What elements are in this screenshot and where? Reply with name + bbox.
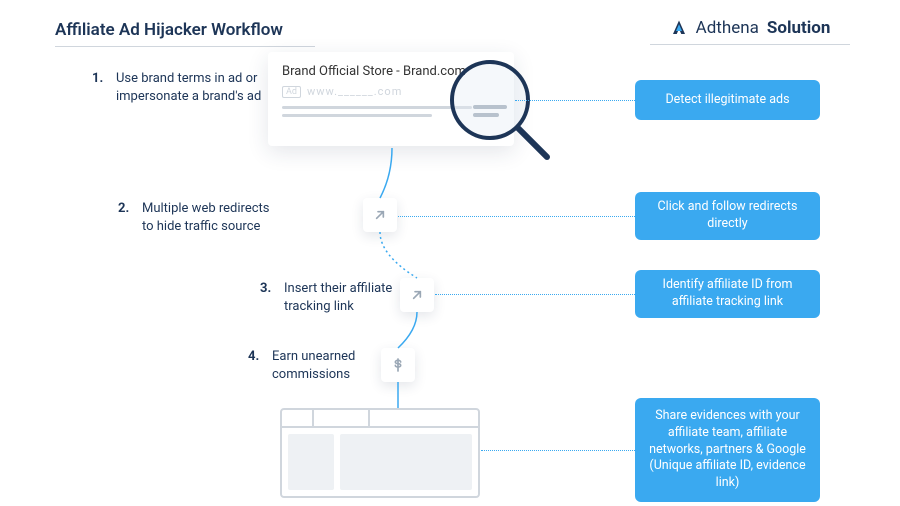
browser-tabs bbox=[282, 410, 478, 428]
redirect-icon bbox=[400, 278, 434, 312]
ad-text-line bbox=[282, 106, 472, 109]
redirect-icon bbox=[363, 198, 397, 232]
dollar-icon bbox=[381, 348, 415, 382]
step-number: 3. bbox=[260, 280, 276, 315]
adthena-logo-icon bbox=[670, 19, 688, 37]
browser-sidebar bbox=[288, 434, 334, 490]
solution-pill-1: Detect illegitimate ads bbox=[635, 80, 820, 120]
solution-word: Solution bbox=[767, 18, 830, 38]
step-text: Multiple web redirects to hide traffic s… bbox=[142, 200, 278, 235]
ad-url: www.______.com bbox=[307, 85, 402, 98]
browser-window-mock bbox=[280, 408, 480, 498]
step-number: 2. bbox=[118, 200, 134, 235]
step-4: 4. Earn unearned commissions bbox=[248, 348, 388, 383]
step-1: 1. Use brand terms in ad or impersonate … bbox=[92, 70, 262, 105]
ad-text-line bbox=[282, 114, 432, 117]
step-2: 2. Multiple web redirects to hide traffi… bbox=[118, 200, 278, 235]
solution-title: Adthena Solution bbox=[650, 18, 850, 45]
magnifying-glass-icon bbox=[445, 55, 555, 165]
connector-line bbox=[435, 294, 635, 295]
ad-label-badge: Ad bbox=[282, 86, 301, 98]
step-3: 3. Insert their affiliate tracking link bbox=[260, 280, 410, 315]
step-number: 4. bbox=[248, 348, 264, 383]
connector-line bbox=[481, 450, 635, 451]
step-text: Use brand terms in ad or impersonate a b… bbox=[116, 70, 262, 105]
solution-pill-4: Share evidences with your affiliate team… bbox=[635, 398, 820, 502]
workflow-title: Affiliate Ad Hijacker Workflow bbox=[55, 20, 315, 47]
step-text: Earn unearned commissions bbox=[272, 348, 388, 383]
browser-content bbox=[340, 434, 472, 490]
solution-pill-2: Click and follow redirects directly bbox=[635, 192, 820, 240]
step-text: Insert their affiliate tracking link bbox=[284, 280, 410, 315]
connector-line bbox=[515, 100, 635, 101]
connector-line bbox=[398, 216, 635, 217]
step-number: 1. bbox=[92, 70, 108, 105]
solution-pill-3: Identify affiliate ID from affiliate tra… bbox=[635, 270, 820, 318]
brand-name: Adthena bbox=[696, 18, 759, 38]
